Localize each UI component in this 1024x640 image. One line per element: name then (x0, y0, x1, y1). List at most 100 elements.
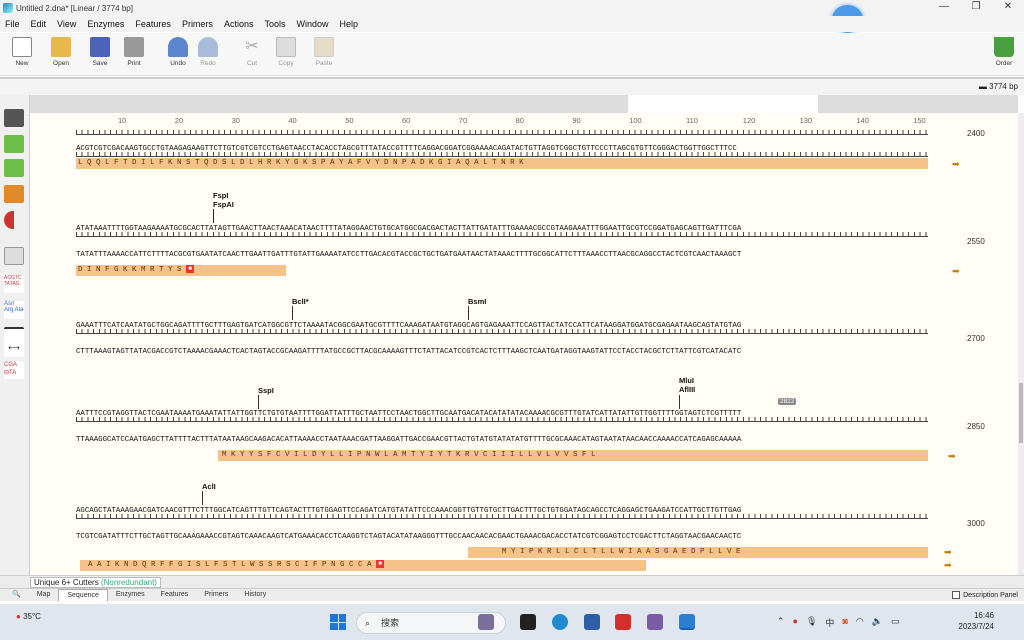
forward-arrow-icon[interactable] (4, 135, 24, 153)
menu-actions[interactable]: Actions (224, 19, 254, 29)
enzyme-bar-icon[interactable] (4, 247, 24, 265)
scissors-icon: ✂ (245, 38, 259, 55)
floppy-icon (90, 37, 110, 57)
order-button[interactable]: Order (988, 37, 1020, 67)
cut-button[interactable]: ✂ Cut (236, 37, 268, 67)
wifi-icon[interactable]: ◠ (856, 616, 864, 629)
paste-button[interactable]: Paste (308, 37, 340, 67)
shield-icon[interactable]: ● (793, 616, 798, 629)
menu-primers[interactable]: Primers (182, 19, 213, 29)
tab-sequence[interactable]: Sequence (58, 589, 108, 601)
taskbar-clock[interactable]: 16:46 2023/7/24 (958, 610, 994, 632)
tab-enzymes[interactable]: Enzymes (108, 589, 153, 601)
view-tabs: 🔍 Map Sequence Enzymes Features Primers … (0, 588, 1024, 601)
description-panel-checkbox[interactable] (952, 591, 961, 599)
bottom-strand[interactable]: CTTTAAAGTAGTTATACGACCGTCTAAAACGAAACTCACT… (76, 348, 741, 356)
printer-icon (124, 37, 144, 57)
bottom-strand[interactable]: TCGTCGATATTTCTTGCTAGTTGCAAAGAAACCGTAGTCA… (76, 533, 741, 541)
save-button[interactable]: Save (84, 37, 116, 67)
description-panel-toggle[interactable]: Description Panel (952, 591, 1018, 599)
enzyme-label[interactable]: SspI (258, 386, 274, 395)
primer-icon[interactable] (4, 211, 14, 229)
photos-app-icon[interactable] (647, 614, 663, 630)
menu-enzymes[interactable]: Enzymes (87, 19, 124, 29)
position-label: 2850 (967, 422, 985, 431)
taskview-icon[interactable] (520, 614, 536, 630)
store-icon[interactable] (584, 614, 600, 630)
bottom-strand[interactable]: TATATTTAAAACCATTCTTTTACGCGTGAATATCAACTTG… (76, 251, 741, 259)
battery-icon[interactable]: ▭ (891, 616, 900, 629)
wallpaper-app-icon[interactable] (478, 614, 494, 630)
ruler-tick-label: 60 (402, 116, 411, 125)
menu-file[interactable]: File (5, 19, 20, 29)
visible-region[interactable] (628, 95, 818, 113)
strand-ticks (76, 326, 928, 334)
bottom-strand[interactable]: TTAAAGGCATCCAATGAGCTTATTTTACTTTATAATAAGC… (76, 436, 741, 444)
position-label: 2550 (967, 237, 985, 246)
menu-window[interactable]: Window (296, 19, 328, 29)
enzyme-label[interactable]: AclI (202, 482, 216, 491)
copy-icon (276, 37, 296, 57)
enzyme-set-selector[interactable]: Unique 6+ Cutters (Nonredundant) (30, 577, 161, 588)
snapgene-app-icon[interactable] (679, 614, 695, 630)
double-arrow-icon[interactable]: ⟷ (4, 339, 24, 357)
undo-button[interactable]: Undo (162, 37, 194, 67)
tab-history[interactable]: History (236, 589, 274, 601)
select-tool-icon[interactable] (4, 109, 24, 127)
enzyme-label[interactable]: MluI AflIII (679, 376, 695, 394)
redo-button[interactable]: Redo (192, 37, 224, 67)
vertical-scrollbar[interactable] (1018, 113, 1024, 575)
position-label: 2400 (967, 129, 985, 138)
orf-arrow-icon: ➡ (944, 560, 952, 570)
tab-map[interactable]: Map (29, 589, 59, 601)
search-icon[interactable]: 🔍 (4, 589, 29, 601)
minimize-button[interactable]: — (928, 0, 960, 16)
microphone-icon[interactable]: 🎙 (806, 616, 817, 629)
translation-icon[interactable]: Asn Arg Ala (4, 301, 24, 319)
ruler-tick-label: 10 (118, 116, 127, 125)
ruler-tick-label: 110 (686, 116, 698, 125)
strand-ticks (76, 511, 928, 519)
dna-text-icon[interactable]: ACGTC TATAG (4, 275, 24, 293)
reverse-arrow-icon[interactable] (4, 159, 24, 177)
enzyme-label[interactable]: BclI* (292, 297, 309, 306)
menu-edit[interactable]: Edit (31, 19, 47, 29)
tab-features[interactable]: Features (153, 589, 197, 601)
copy-button[interactable]: Copy (270, 37, 302, 67)
open-button[interactable]: Open (45, 37, 77, 67)
menu-view[interactable]: View (57, 19, 76, 29)
title-bar: Untitled 2.dna* [Linear / 3774 bp] — ❐ ✕ (0, 0, 1024, 16)
feature-arrows-icon[interactable] (4, 185, 24, 203)
ruler-axis (76, 127, 928, 135)
translation-bar[interactable]: M Y I P K R L L C L T L L W I A A S G A … (468, 547, 928, 558)
chevron-up-icon[interactable]: ⌃ (777, 616, 785, 629)
close-button[interactable]: ✕ (992, 0, 1024, 16)
enzyme-label[interactable]: BsmI (468, 297, 486, 306)
ruler-tick-label: 20 (174, 116, 184, 125)
wps-icon[interactable] (615, 614, 631, 630)
ime-indicator[interactable]: 中 (825, 616, 834, 629)
new-button[interactable]: New (6, 37, 38, 67)
translation-bar[interactable]: M K Y Y S F C V I L D Y L L I P N W L A … (218, 450, 928, 461)
position-scroller[interactable] (30, 95, 1018, 113)
edge-browser-icon[interactable] (552, 614, 568, 630)
translation-bar[interactable]: L Q Q L F T D I L F K N S T Q D S L D L … (76, 158, 928, 169)
menu-features[interactable]: Features (135, 19, 171, 29)
tab-primers[interactable]: Primers (196, 589, 236, 601)
sequence-view[interactable]: 10 20 30 40 50 60 70 80 90 100 110 120 130 140 150 ACG… (30, 113, 1018, 575)
volume-icon[interactable]: 🔈 (872, 616, 883, 629)
complement-icon[interactable]: CGA ⊟TA (4, 361, 24, 379)
translation-bar[interactable]: D I N F G K K M R T Y S ■ (76, 265, 286, 276)
enzyme-label[interactable]: FspI FspAI (213, 191, 234, 209)
app-tray-icon[interactable]: ◙ (842, 616, 847, 629)
print-button[interactable]: Print (118, 37, 150, 67)
cursor-position-tooltip: 2822 (778, 398, 797, 405)
weather-widget[interactable]: ● 35°C (16, 612, 41, 622)
menu-tools[interactable]: Tools (264, 19, 285, 29)
system-tray: ⌃ ● 🎙 中 ◙ ◠ 🔈 ▭ (777, 616, 899, 629)
translation-bar[interactable]: A A I K N D Q R F F G I S L F S T L W S … (80, 560, 646, 571)
menu-help[interactable]: Help (339, 19, 358, 29)
maximize-button[interactable]: ❐ (960, 0, 992, 16)
scroll-thumb[interactable] (1019, 383, 1023, 443)
windows-start-icon[interactable] (330, 614, 346, 630)
